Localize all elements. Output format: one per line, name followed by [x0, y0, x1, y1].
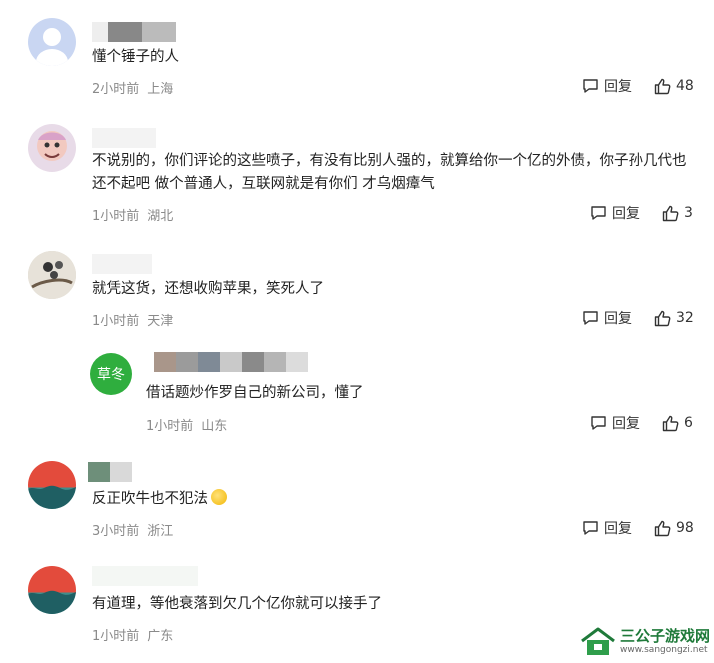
username-blurred[interactable] [88, 462, 132, 482]
like-count: 48 [676, 78, 694, 94]
watermark-url: www.sangongzi.net [620, 644, 708, 655]
avatar[interactable] [28, 461, 76, 509]
grin-emoji-icon [211, 489, 227, 505]
avatar[interactable] [28, 251, 76, 299]
reply-label: 回复 [612, 206, 640, 222]
reply-label: 回复 [604, 311, 632, 327]
house-logo-icon [580, 627, 616, 657]
thumbs-up-icon [662, 415, 679, 431]
comment-time: 2小时前 [92, 82, 140, 97]
thumbs-up-icon [662, 205, 679, 221]
comment-bubble-icon [591, 206, 606, 220]
comment-text: 懂个锤子的人 [92, 49, 179, 65]
thumbs-up-icon [654, 520, 671, 536]
reply-button[interactable]: 回复 [582, 308, 632, 328]
avatar[interactable]: 草冬 [90, 353, 132, 395]
site-watermark: 三公子游戏网 www.sangongzi.net [580, 620, 714, 663]
reply-label: 回复 [604, 79, 632, 95]
comment-meta: 3小时前 浙江 [92, 520, 173, 539]
comment-location: 上海 [147, 82, 174, 97]
like-button[interactable]: 98 [654, 520, 694, 537]
comment-time: 1小时前 [92, 314, 140, 329]
like-button[interactable]: 48 [654, 78, 694, 95]
username-blurred[interactable] [92, 566, 198, 586]
comment-meta: 1小时前 湖北 [92, 205, 173, 224]
thumbs-up-icon [654, 310, 671, 326]
like-count: 98 [676, 520, 694, 536]
comment-text-body: 反正吹牛也不犯法 [92, 491, 208, 507]
comment-actions: 回复 98 [582, 518, 694, 538]
reply-button[interactable]: 回复 [582, 76, 632, 96]
watermark-title: 三公子游戏网 [620, 626, 711, 645]
comment-bubble-icon [591, 416, 606, 430]
comment-time: 3小时前 [92, 524, 140, 539]
reply-button[interactable]: 回复 [590, 203, 640, 223]
username-blurred[interactable] [92, 128, 156, 148]
like-count: 32 [676, 310, 694, 326]
thumbs-up-icon [654, 78, 671, 94]
avatar[interactable] [28, 566, 76, 614]
comment-bubble-icon [583, 311, 598, 325]
comment-bubble-icon [583, 79, 598, 93]
comment-meta: 2小时前 上海 [92, 78, 173, 97]
username-blurred[interactable] [154, 352, 308, 372]
comment-time: 1小时前 [146, 419, 194, 434]
avatar[interactable] [28, 18, 76, 66]
reply-button[interactable]: 回复 [590, 413, 640, 433]
comment-text: 就凭这货，还想收购苹果，笑死人了 [92, 281, 324, 297]
like-button[interactable]: 3 [662, 205, 693, 222]
comment-text: 有道理，等他衰落到欠几个亿你就可以接手了 [92, 596, 382, 612]
avatar[interactable] [28, 124, 76, 172]
comment-actions: 回复 48 [582, 76, 694, 96]
comment-bubble-icon [583, 521, 598, 535]
comment-location: 广东 [147, 629, 174, 644]
comment-text: 借话题炒作罗自己的新公司，懂了 [146, 385, 364, 401]
reply-label: 回复 [612, 416, 640, 432]
username-blurred[interactable] [92, 254, 152, 274]
like-button[interactable]: 32 [654, 310, 694, 327]
username-blurred[interactable] [92, 22, 176, 42]
comment-location: 天津 [147, 314, 174, 329]
comment-text: 反正吹牛也不犯法 [92, 488, 692, 511]
comment-meta: 1小时前 山东 [146, 415, 227, 434]
like-count: 6 [684, 415, 693, 431]
comment-meta: 1小时前 广东 [92, 625, 173, 644]
reply-button[interactable]: 回复 [582, 518, 632, 538]
reply-label: 回复 [604, 521, 632, 537]
avatar-text: 草冬 [97, 367, 125, 383]
comment-time: 1小时前 [92, 209, 140, 224]
like-count: 3 [684, 205, 693, 221]
comment-time: 1小时前 [92, 629, 140, 644]
comment-text: 不说别的，你们评论的这些喷子，有没有比别人强的，就算给你一个亿的外债，你子孙几代… [92, 153, 687, 192]
comment-meta: 1小时前 天津 [92, 310, 173, 329]
comment-location: 湖北 [147, 209, 174, 224]
comment-location: 浙江 [147, 524, 174, 539]
comment-actions: 回复 6 [590, 413, 693, 433]
comment-actions: 回复 3 [590, 203, 693, 223]
comment-actions: 回复 32 [582, 308, 694, 328]
comment-location: 山东 [201, 419, 228, 434]
like-button[interactable]: 6 [662, 415, 693, 432]
